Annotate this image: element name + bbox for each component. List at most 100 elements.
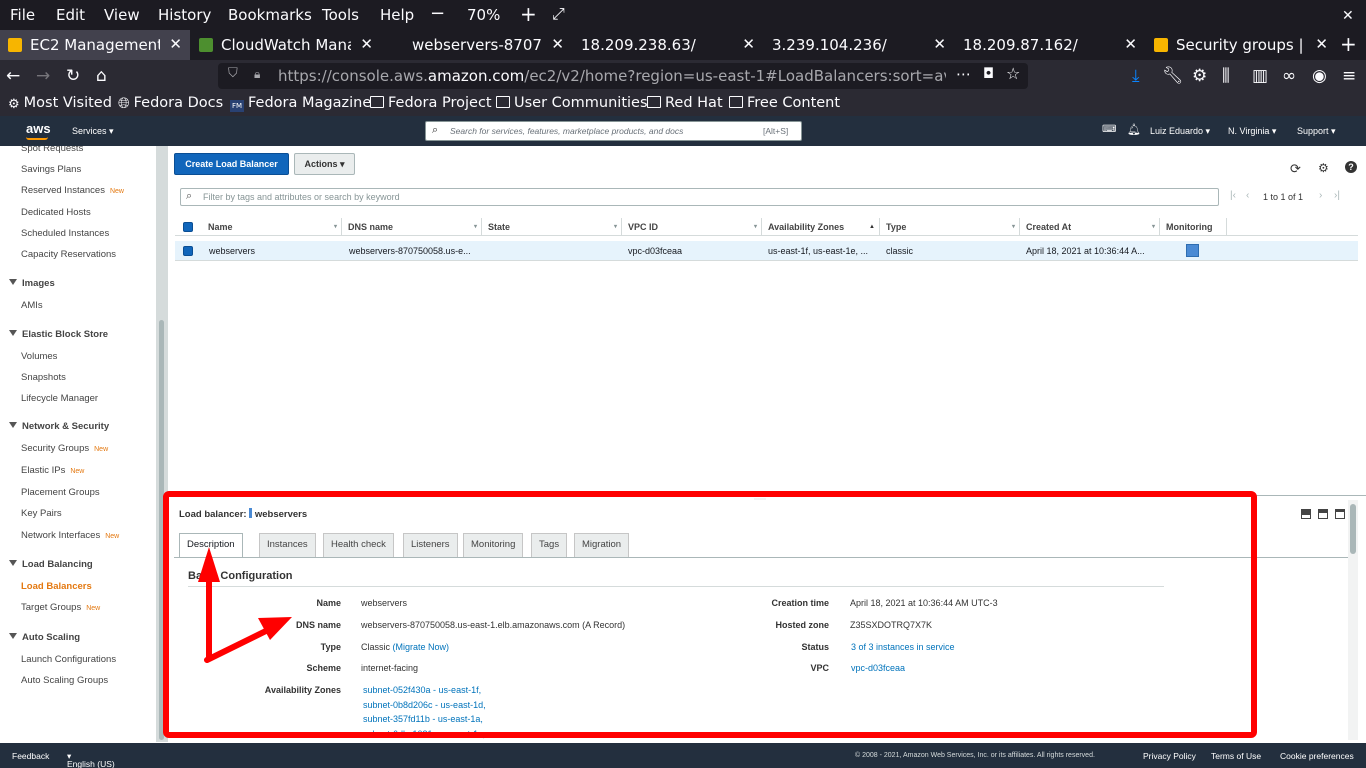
shield-icon[interactable]: ⛉	[228, 66, 238, 81]
tab-webservers[interactable]: webservers-870750 ✕	[382, 30, 572, 60]
sidebar-item[interactable]: Savings Plans	[21, 164, 81, 175]
url-bar[interactable]: ⛉ 🔒︎ https://console.aws.amazon.com/ec2/…	[218, 63, 1028, 89]
tab-health-check[interactable]: Health check	[323, 533, 394, 557]
bookmark-fedora-project[interactable]: Fedora Project	[370, 95, 492, 111]
subnet-link[interactable]: subnet-357fd11b - us-east-1a,	[363, 714, 483, 724]
sidebar-item[interactable]: Capacity Reservations	[21, 249, 116, 260]
sidebar-scrollbar-thumb[interactable]	[159, 320, 164, 740]
column-header-type[interactable]: Type ▾	[881, 218, 1020, 236]
library-icon[interactable]: ⫼	[1222, 66, 1230, 86]
forward-icon[interactable]: →	[36, 66, 50, 86]
region-menu[interactable]: N. Virginia ▾	[1228, 126, 1276, 137]
home-icon[interactable]: ⌂	[96, 66, 107, 86]
subnet-link[interactable]: subnet-0b8d206c - us-east-1d,	[363, 700, 486, 710]
feedback-link[interactable]: Feedback	[12, 751, 49, 761]
terms-link[interactable]: Terms of Use	[1211, 751, 1261, 761]
column-header-dns[interactable]: DNS name ▾	[343, 218, 482, 236]
actions-button[interactable]: Actions ▾	[294, 153, 355, 175]
tab-instances[interactable]: Instances	[259, 533, 316, 557]
bookmark-free-content[interactable]: Free Content	[729, 95, 840, 111]
aws-search-input[interactable]: ⌕ Search for services, features, marketp…	[425, 121, 802, 141]
subnet-link[interactable]: subnet-052f430a - us-east-1f,	[363, 685, 481, 695]
bell-icon[interactable]: 🔔︎	[1127, 123, 1141, 136]
tab-close-icon[interactable]: ✕	[742, 35, 755, 53]
column-header-monitoring[interactable]: Monitoring	[1161, 218, 1227, 236]
tab-close-icon[interactable]: ✕	[933, 35, 946, 53]
sidebar-item[interactable]: Security Groups New	[21, 443, 108, 454]
sidebar-item[interactable]: Dedicated Hosts	[21, 207, 91, 218]
sidebar-item[interactable]: Spot Requests	[21, 146, 83, 154]
tab-tags[interactable]: Tags	[531, 533, 568, 557]
sidebar-item[interactable]: Reserved Instances New	[21, 185, 124, 196]
menu-view[interactable]: View	[104, 6, 140, 24]
column-header-state[interactable]: State ▾	[483, 218, 622, 236]
sidebar-section-heading[interactable]: Elastic Block Store	[9, 329, 108, 340]
sidebar-item[interactable]: Key Pairs	[21, 508, 62, 519]
sidebar-item[interactable]: Volumes	[21, 351, 57, 362]
monitoring-icon[interactable]	[1186, 244, 1199, 257]
back-icon[interactable]: ←	[6, 66, 20, 86]
column-header-name[interactable]: Name ▾	[203, 218, 342, 236]
tab-monitoring[interactable]: Monitoring	[463, 533, 524, 557]
services-menu[interactable]: Services ▾	[72, 126, 114, 137]
pane-half-icon[interactable]	[1318, 509, 1328, 519]
sidebar-item[interactable]: AMIs	[21, 300, 43, 311]
reload-icon[interactable]: ↻	[66, 66, 80, 86]
sidebar-section-heading[interactable]: Auto Scaling	[9, 632, 80, 643]
tab-close-icon[interactable]: ✕	[551, 35, 564, 53]
column-header-az[interactable]: Availability Zones ▲	[763, 218, 880, 236]
pane-maximize-icon[interactable]	[1335, 509, 1345, 519]
sidebar-item[interactable]: Load Balancers	[21, 581, 92, 592]
next-page-icon[interactable]: ›	[1319, 190, 1322, 201]
tab-close-icon[interactable]: ✕	[1124, 35, 1137, 53]
subnet-link[interactable]: subnet-6dbc1031 - us-east-1c,	[363, 729, 485, 739]
account-icon[interactable]: ◉	[1312, 66, 1327, 86]
sidebar-item[interactable]: Launch Configurations	[21, 654, 116, 665]
bookmark-star-icon[interactable]: ☆	[1006, 64, 1020, 83]
row-checkbox[interactable]	[183, 246, 193, 256]
migrate-now-link[interactable]: (Migrate Now)	[393, 642, 450, 652]
window-close-icon[interactable]: ✕	[1342, 8, 1354, 24]
language-selector[interactable]: English (US) ▾	[67, 751, 115, 768]
refresh-icon[interactable]: ⟳	[1290, 161, 1301, 177]
detail-scrollbar-thumb[interactable]	[1350, 504, 1356, 554]
sidebar-item[interactable]: Auto Scaling Groups	[21, 675, 108, 686]
tab-ip-2[interactable]: 3.239.104.236/ ✕	[764, 30, 954, 60]
tab-migration[interactable]: Migration	[574, 533, 630, 557]
sidebar-item[interactable]: Snapshots	[21, 372, 66, 383]
prev-page-icon[interactable]: ‹	[1246, 190, 1249, 201]
support-menu[interactable]: Support ▾	[1297, 126, 1336, 137]
resize-handle[interactable]: ⋯⋯	[754, 496, 766, 503]
menu-bookmarks[interactable]: Bookmarks	[228, 6, 312, 24]
cloudshell-icon[interactable]: ⌨︎	[1102, 124, 1116, 135]
tab-close-icon[interactable]: ✕	[169, 35, 182, 53]
status-link[interactable]: 3 of 3 instances in service	[851, 642, 955, 652]
tab-listeners[interactable]: Listeners	[403, 533, 458, 557]
table-row[interactable]: webservers webservers-870750058.us-e... …	[175, 241, 1358, 261]
column-header-created[interactable]: Created At ▾	[1021, 218, 1160, 236]
sidebar-item[interactable]: Scheduled Instances	[21, 228, 109, 239]
privacy-link[interactable]: Privacy Policy	[1143, 751, 1196, 761]
download-icon[interactable]: ⤓	[1132, 66, 1140, 86]
fullscreen-icon[interactable]: ⤢	[552, 4, 565, 24]
pocket-icon[interactable]: ◘	[983, 66, 994, 82]
tab-description[interactable]: Description	[179, 533, 243, 557]
bookmark-red-hat[interactable]: Red Hat	[647, 95, 723, 111]
tab-close-icon[interactable]: ✕	[360, 35, 373, 53]
cookie-preferences-link[interactable]: Cookie preferences	[1280, 751, 1354, 761]
menu-history[interactable]: History	[158, 6, 211, 24]
menu-help[interactable]: Help	[380, 6, 414, 24]
tab-ip-3[interactable]: 18.209.87.162/ ✕	[955, 30, 1145, 60]
more-actions-icon[interactable]: ⋯	[956, 65, 971, 83]
hamburger-menu-icon[interactable]: ≡	[1342, 66, 1356, 86]
bookmark-most-visited[interactable]: ⚙ Most Visited	[8, 95, 112, 112]
last-page-icon[interactable]: ›|	[1334, 190, 1340, 201]
zoom-in-icon[interactable]: +	[520, 2, 537, 26]
new-tab-icon[interactable]: +	[1340, 30, 1366, 60]
private-mask-icon[interactable]: ∞	[1282, 66, 1296, 86]
sidebar-icon[interactable]: ▥	[1252, 66, 1268, 86]
column-header-vpc[interactable]: VPC ID ▾	[623, 218, 762, 236]
bookmark-user-communities[interactable]: User Communities	[496, 95, 648, 111]
filter-input[interactable]: ⌕ Filter by tags and attributes or searc…	[180, 188, 1219, 206]
wrench-icon[interactable]: 🔧︎	[1162, 66, 1184, 86]
